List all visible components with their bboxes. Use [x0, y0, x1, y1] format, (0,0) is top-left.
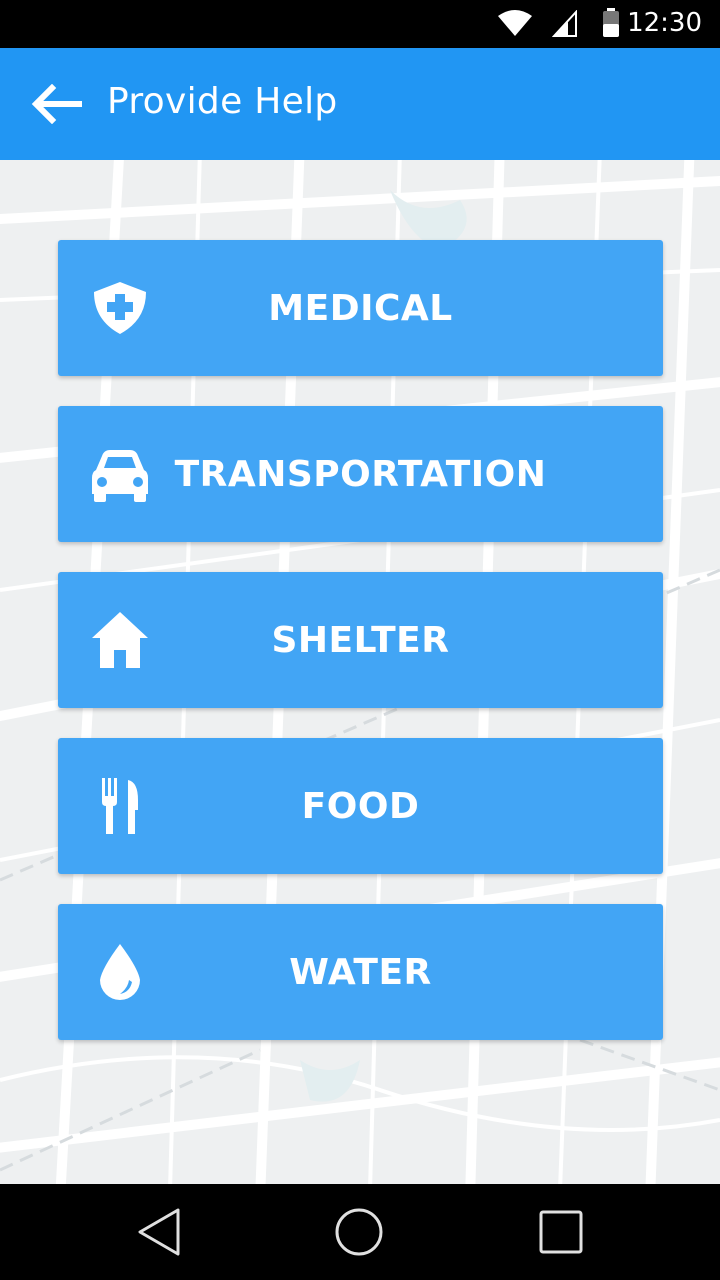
- food-label: FOOD: [301, 785, 420, 827]
- water-button[interactable]: WATER: [58, 904, 663, 1040]
- signal-icon: [552, 10, 577, 37]
- transportation-button[interactable]: TRANSPORTATION: [58, 406, 663, 542]
- water-label: WATER: [289, 951, 432, 993]
- home-circle-icon[interactable]: [331, 1204, 387, 1260]
- medical-label: MEDICAL: [268, 287, 453, 329]
- recents-square-icon[interactable]: [533, 1204, 589, 1260]
- back-button[interactable]: [24, 76, 88, 132]
- transportation-label: TRANSPORTATION: [174, 453, 547, 495]
- page-title: Provide Help: [107, 81, 338, 122]
- medical-button[interactable]: MEDICAL: [58, 240, 663, 376]
- shelter-button[interactable]: SHELTER: [58, 572, 663, 708]
- nav-bar: [0, 1184, 720, 1280]
- shelter-label: SHELTER: [271, 619, 450, 661]
- clock: 12:30: [627, 8, 702, 38]
- status-bar: 12:30: [0, 0, 720, 48]
- app-bar: Provide Help: [0, 48, 720, 160]
- back-triangle-icon[interactable]: [132, 1204, 188, 1260]
- food-button[interactable]: FOOD: [58, 738, 663, 874]
- battery-icon: [603, 8, 619, 37]
- wifi-icon: [498, 10, 532, 36]
- arrow-left-icon: [31, 84, 82, 124]
